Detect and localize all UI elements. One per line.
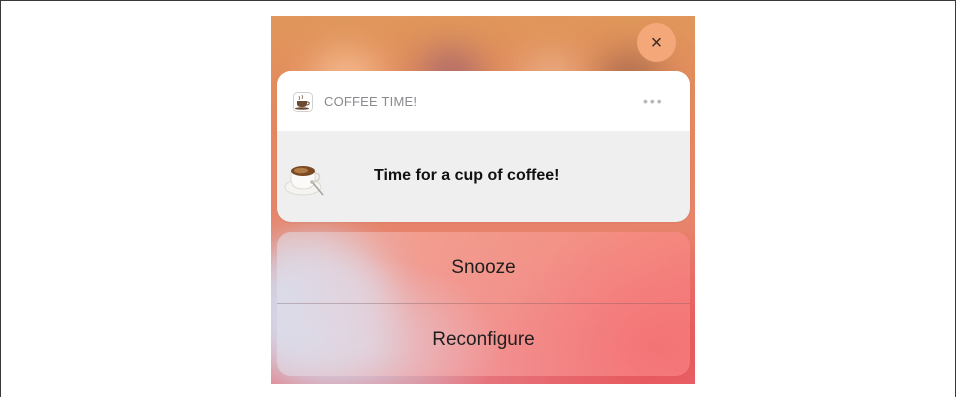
app-name: COFFEE TIME!: [324, 94, 418, 109]
coffee-cup-photo: [284, 166, 324, 196]
close-icon: ×: [650, 31, 663, 54]
notification-screen: × COFFEE TIME! ••• Time for a cup of cof…: [271, 16, 695, 384]
notification-message: Time for a cup of coffee!: [374, 167, 560, 184]
notification-body: Time for a cup of coffee!: [277, 131, 690, 222]
notification-card[interactable]: COFFEE TIME! ••• Time for a cup of coffe…: [277, 71, 690, 222]
snooze-button[interactable]: Snooze: [277, 232, 690, 303]
coffee-cup-icon: [293, 92, 313, 112]
notification-header: COFFEE TIME! •••: [277, 71, 690, 131]
notification-actions: Snooze Reconfigure: [277, 232, 690, 376]
ellipsis-icon[interactable]: •••: [643, 93, 664, 109]
close-button[interactable]: ×: [637, 23, 676, 62]
reconfigure-button[interactable]: Reconfigure: [277, 304, 690, 375]
